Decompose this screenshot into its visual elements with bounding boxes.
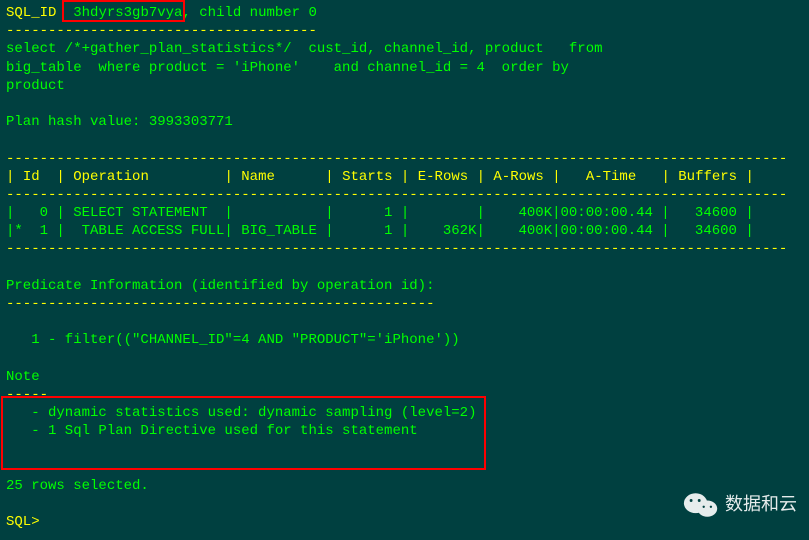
watermark: 数据和云 <box>683 490 797 520</box>
rows-selected: 25 rows selected. <box>6 478 149 494</box>
sql-prompt[interactable]: SQL> <box>6 514 40 530</box>
wechat-icon <box>683 490 719 520</box>
terminal-output: SQL_ID 3hdyrs3gb7vya, child number 0 ---… <box>6 4 803 531</box>
table-row: | 0 | SELECT STATEMENT | | 1 | | 400K|00… <box>6 205 754 221</box>
predicate-header: Predicate Information (identified by ope… <box>6 278 434 294</box>
table-row: |* 1 | TABLE ACCESS FULL| BIG_TABLE | 1 … <box>6 223 754 239</box>
table-border-top: ----------------------------------------… <box>6 151 787 167</box>
table-header-row: | Id | Operation | Name | Starts | E-Row… <box>6 169 754 185</box>
sql-id-value: 3hdyrs3gb7vya <box>73 5 182 21</box>
note-line: - 1 Sql Plan Directive used for this sta… <box>6 423 418 439</box>
table-border-mid: ----------------------------------------… <box>6 187 787 203</box>
predicate-divider: ----------------------------------------… <box>6 296 434 312</box>
plan-hash: Plan hash value: 3993303771 <box>6 114 233 130</box>
note-line: - dynamic statistics used: dynamic sampl… <box>6 405 476 421</box>
divider: ------------------------------------- <box>6 23 317 39</box>
query-text: select /*+gather_plan_statistics*/ cust_… <box>6 41 603 93</box>
note-dash: ----- <box>6 387 48 403</box>
table-border-bot: ----------------------------------------… <box>6 241 787 257</box>
predicate-line: 1 - filter(("CHANNEL_ID"=4 AND "PRODUCT"… <box>6 332 460 348</box>
sql-id-label: SQL_ID <box>6 5 56 21</box>
child-number: child number 0 <box>199 5 317 21</box>
watermark-text: 数据和云 <box>725 493 797 516</box>
note-title: Note <box>6 369 40 385</box>
